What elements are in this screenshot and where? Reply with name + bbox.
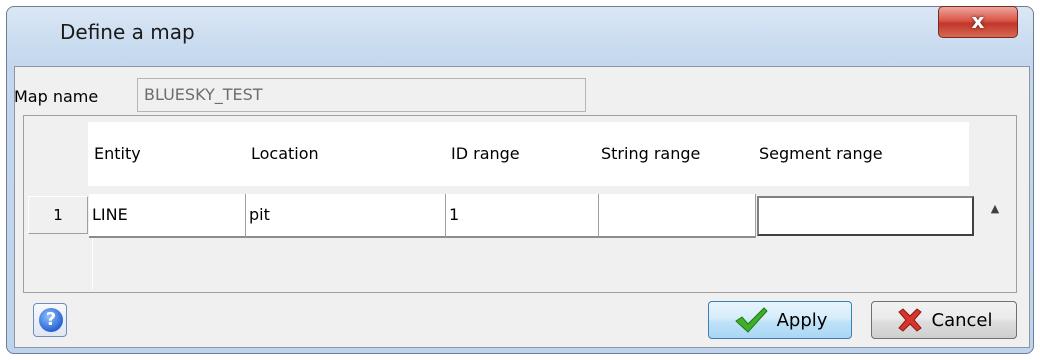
map-name-label: Map name: [14, 87, 99, 106]
help-icon: ?: [39, 308, 63, 332]
close-button[interactable]: x: [938, 6, 1018, 38]
cancel-x-icon: [897, 308, 922, 332]
cell-segment-range-editor[interactable]: [757, 196, 974, 236]
apply-label: Apply: [776, 309, 828, 331]
cell-entity[interactable]: LINE: [89, 194, 246, 238]
cell-string-range[interactable]: [599, 194, 756, 238]
help-button[interactable]: ?: [33, 303, 67, 337]
cancel-label: Cancel: [931, 309, 993, 331]
window-title: Define a map: [60, 20, 195, 44]
cell-id-range[interactable]: 1: [446, 194, 599, 238]
cancel-button[interactable]: Cancel: [871, 301, 1017, 339]
scroll-up-arrow-icon[interactable]: ▲: [980, 194, 1010, 224]
column-header-id-range[interactable]: ID range: [445, 122, 595, 186]
row-header-1[interactable]: 1: [28, 196, 88, 234]
column-header-segment-range[interactable]: Segment range: [753, 122, 969, 186]
checkmark-icon: [734, 307, 768, 333]
column-header-location[interactable]: Location: [245, 122, 445, 186]
cell-location[interactable]: pit: [246, 194, 446, 238]
map-name-field[interactable]: BLUESKY_TEST: [137, 78, 586, 112]
column-header-entity[interactable]: Entity: [88, 122, 245, 186]
grid-corner-header: [28, 122, 88, 186]
grid-empty-area: [92, 238, 976, 290]
column-header-string-range[interactable]: String range: [595, 122, 753, 186]
close-icon: x: [971, 9, 985, 33]
apply-button[interactable]: Apply: [708, 301, 852, 339]
